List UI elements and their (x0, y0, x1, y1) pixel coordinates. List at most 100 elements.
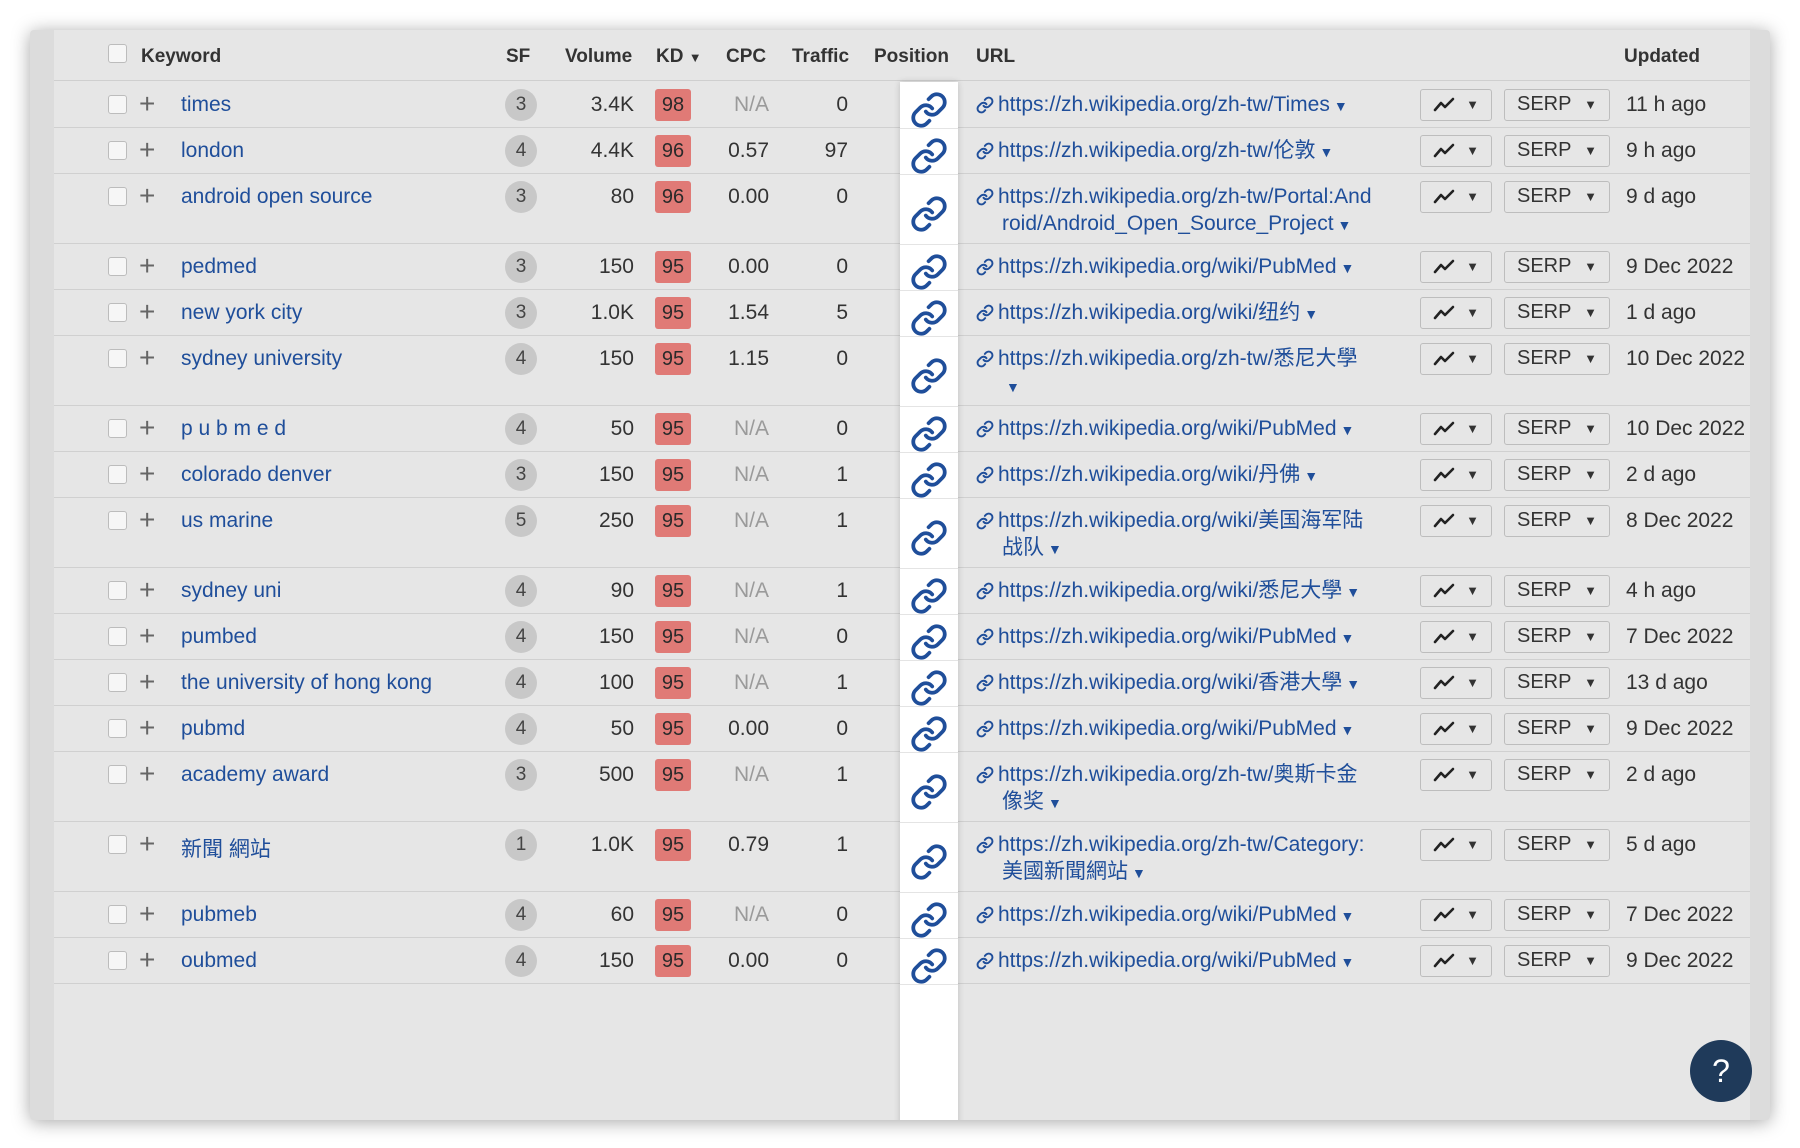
url-link[interactable]: https://zh.wikipedia.org/wiki/悉尼大學 ▼ (976, 577, 1396, 606)
row-checkbox[interactable] (108, 141, 127, 160)
keyword-link[interactable]: pubmeb (181, 903, 257, 927)
row-checkbox[interactable] (108, 951, 127, 970)
trend-chart-button[interactable]: ▼ (1420, 251, 1492, 283)
trend-chart-button[interactable]: ▼ (1420, 413, 1492, 445)
url-link[interactable]: https://zh.wikipedia.org/zh-tw/奥斯卡金 像奖 ▼ (976, 761, 1396, 817)
keyword-link[interactable]: pedmed (181, 255, 257, 279)
trend-chart-button[interactable]: ▼ (1420, 135, 1492, 167)
add-keyword-plus-icon[interactable]: + (139, 946, 155, 974)
add-keyword-plus-icon[interactable]: + (139, 298, 155, 326)
serp-button[interactable]: SERP ▼ (1504, 251, 1610, 283)
row-checkbox[interactable] (108, 257, 127, 276)
keyword-link[interactable]: pubmd (181, 717, 245, 741)
trend-chart-button[interactable]: ▼ (1420, 459, 1492, 491)
position-cell[interactable] (900, 244, 958, 291)
trend-chart-button[interactable]: ▼ (1420, 575, 1492, 607)
trend-chart-button[interactable]: ▼ (1420, 297, 1492, 329)
position-cell[interactable] (900, 498, 958, 569)
keyword-link[interactable]: academy award (181, 763, 329, 787)
keyword-link[interactable]: p u b m e d (181, 417, 286, 441)
url-dropdown-chevron-icon[interactable]: ▼ (1334, 98, 1348, 114)
position-cell[interactable] (900, 892, 958, 939)
header-sf[interactable]: SF (506, 46, 530, 68)
add-keyword-plus-icon[interactable]: + (139, 414, 155, 442)
add-keyword-plus-icon[interactable]: + (139, 622, 155, 650)
url-link[interactable]: https://zh.wikipedia.org/wiki/纽约 ▼ (976, 299, 1396, 328)
url-dropdown-chevron-icon[interactable]: ▼ (1048, 541, 1062, 557)
keyword-link[interactable]: london (181, 139, 244, 163)
url-dropdown-chevron-icon[interactable]: ▼ (1338, 217, 1352, 233)
position-cell[interactable] (900, 290, 958, 337)
url-dropdown-chevron-icon[interactable]: ▼ (1346, 676, 1360, 692)
sf-badge[interactable]: 4 (505, 413, 537, 445)
position-cell[interactable] (900, 614, 958, 661)
sf-badge[interactable]: 4 (505, 135, 537, 167)
url-dropdown-chevron-icon[interactable]: ▼ (1341, 908, 1355, 924)
url-dropdown-chevron-icon[interactable]: ▼ (1006, 379, 1020, 395)
sf-badge[interactable]: 4 (505, 899, 537, 931)
url-link[interactable]: https://zh.wikipedia.org/wiki/PubMed ▼ (976, 253, 1396, 282)
sf-badge[interactable]: 3 (505, 181, 537, 213)
trend-chart-button[interactable]: ▼ (1420, 899, 1492, 931)
header-position[interactable]: Position (874, 46, 949, 68)
header-traffic[interactable]: Traffic (792, 46, 849, 68)
url-dropdown-chevron-icon[interactable]: ▼ (1341, 422, 1355, 438)
row-checkbox[interactable] (108, 835, 127, 854)
serp-button[interactable]: SERP ▼ (1504, 621, 1610, 653)
serp-button[interactable]: SERP ▼ (1504, 759, 1610, 791)
add-keyword-plus-icon[interactable]: + (139, 252, 155, 280)
position-cell[interactable] (900, 82, 958, 129)
keyword-link[interactable]: android open source (181, 185, 372, 209)
header-keyword[interactable]: Keyword (141, 46, 221, 68)
serp-button[interactable]: SERP ▼ (1504, 297, 1610, 329)
sf-badge[interactable]: 3 (505, 459, 537, 491)
serp-button[interactable]: SERP ▼ (1504, 459, 1610, 491)
position-cell[interactable] (900, 706, 958, 753)
position-cell[interactable] (900, 660, 958, 707)
serp-button[interactable]: SERP ▼ (1504, 899, 1610, 931)
position-cell[interactable] (900, 336, 958, 407)
url-dropdown-chevron-icon[interactable]: ▼ (1132, 865, 1146, 881)
serp-button[interactable]: SERP ▼ (1504, 829, 1610, 861)
position-cell[interactable] (900, 822, 958, 893)
trend-chart-button[interactable]: ▼ (1420, 89, 1492, 121)
position-cell[interactable] (900, 568, 958, 615)
serp-button[interactable]: SERP ▼ (1504, 505, 1610, 537)
url-dropdown-chevron-icon[interactable]: ▼ (1341, 722, 1355, 738)
row-checkbox[interactable] (108, 95, 127, 114)
help-button[interactable]: ? (1690, 1040, 1752, 1102)
keyword-link[interactable]: the university of hong kong (181, 671, 432, 695)
position-cell[interactable] (900, 406, 958, 453)
position-cell[interactable] (900, 452, 958, 499)
url-dropdown-chevron-icon[interactable]: ▼ (1304, 306, 1318, 322)
trend-chart-button[interactable]: ▼ (1420, 181, 1492, 213)
position-cell[interactable] (900, 938, 958, 985)
position-cell[interactable] (900, 174, 958, 245)
header-updated[interactable]: Updated (1624, 46, 1700, 68)
keyword-link[interactable]: oubmed (181, 949, 257, 973)
url-link[interactable]: https://zh.wikipedia.org/zh-tw/Times ▼ (976, 91, 1396, 120)
keyword-link[interactable]: 新聞 網站 (181, 833, 271, 863)
url-link[interactable]: https://zh.wikipedia.org/wiki/PubMed ▼ (976, 901, 1396, 930)
sf-badge[interactable]: 4 (505, 621, 537, 653)
trend-chart-button[interactable]: ▼ (1420, 505, 1492, 537)
url-dropdown-chevron-icon[interactable]: ▼ (1341, 260, 1355, 276)
keyword-link[interactable]: us marine (181, 509, 273, 533)
trend-chart-button[interactable]: ▼ (1420, 829, 1492, 861)
add-keyword-plus-icon[interactable]: + (139, 714, 155, 742)
serp-button[interactable]: SERP ▼ (1504, 343, 1610, 375)
add-keyword-plus-icon[interactable]: + (139, 136, 155, 164)
url-dropdown-chevron-icon[interactable]: ▼ (1341, 954, 1355, 970)
keyword-link[interactable]: pumbed (181, 625, 257, 649)
position-cell[interactable] (900, 752, 958, 823)
serp-button[interactable]: SERP ▼ (1504, 89, 1610, 121)
url-link[interactable]: https://zh.wikipedia.org/wiki/PubMed ▼ (976, 715, 1396, 744)
sf-badge[interactable]: 4 (505, 667, 537, 699)
url-dropdown-chevron-icon[interactable]: ▼ (1341, 630, 1355, 646)
row-checkbox[interactable] (108, 187, 127, 206)
url-link[interactable]: https://zh.wikipedia.org/wiki/美国海军陆 战队 ▼ (976, 507, 1396, 563)
row-checkbox[interactable] (108, 905, 127, 924)
serp-button[interactable]: SERP ▼ (1504, 575, 1610, 607)
url-dropdown-chevron-icon[interactable]: ▼ (1048, 795, 1062, 811)
add-keyword-plus-icon[interactable]: + (139, 830, 155, 858)
